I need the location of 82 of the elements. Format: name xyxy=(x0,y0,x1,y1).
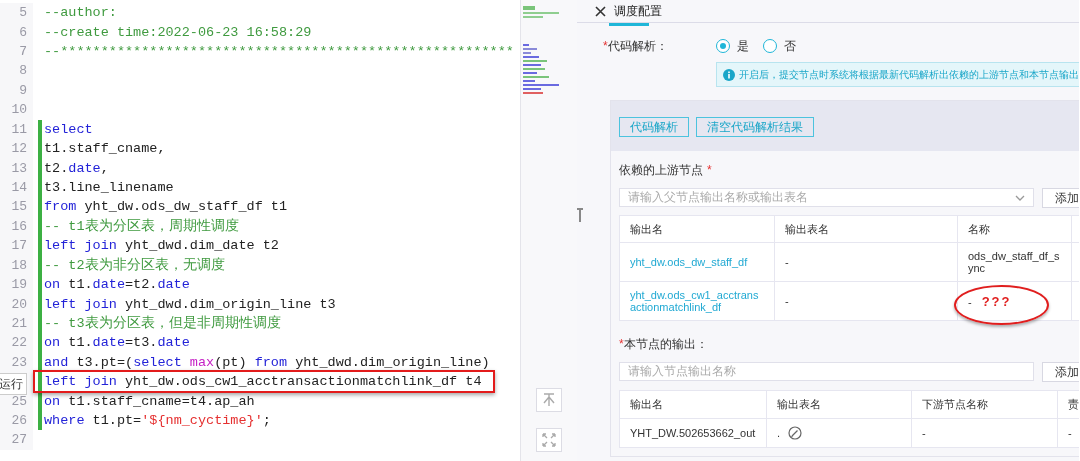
column-header: 下游节点名称 xyxy=(922,398,988,410)
line-number: 21 xyxy=(10,315,27,331)
scroll-top-button[interactable] xyxy=(536,388,562,412)
code-line: on t1.date=t2.date xyxy=(43,276,190,295)
column-header: 输出名 xyxy=(630,398,663,410)
line-number: 13 xyxy=(10,160,27,176)
code-line: --author: xyxy=(43,4,117,23)
table-cell: - xyxy=(1068,427,1072,439)
table-cell: - xyxy=(785,295,789,307)
input-field[interactable]: 请输入节点输出名称 xyxy=(619,362,1034,381)
column-header: 输出表名 xyxy=(777,398,821,410)
code-line: t1.staff_cname, xyxy=(43,140,166,159)
table-cell: ods_dw_staff_df_sync xyxy=(968,250,1060,274)
code-line: select xyxy=(43,120,93,139)
code-line: -- t1表为分区表，周期性调度 xyxy=(43,217,239,236)
radio-button[interactable] xyxy=(716,39,730,53)
line-number: 19 xyxy=(10,277,27,293)
code-line: left join yht_dwd.dim_date t2 xyxy=(43,237,279,256)
line-number: 22 xyxy=(10,335,27,351)
line-number: 16 xyxy=(10,218,27,234)
close-icon[interactable] xyxy=(595,5,606,17)
code-line: where t1.pt='${nm_cyctime}'; xyxy=(43,412,271,431)
code-line: left join yht_dwd.dim_origin_line t3 xyxy=(43,295,336,314)
column-header: 责 xyxy=(1068,398,1079,410)
code-line: from yht_dw.ods_dw_staff_df t1 xyxy=(43,198,288,217)
expand-button[interactable] xyxy=(536,428,562,452)
line-number: 6 xyxy=(18,24,27,40)
add-button[interactable]: 添加 xyxy=(1042,188,1079,208)
radio-label: 否 xyxy=(784,37,796,55)
arrow-top-icon xyxy=(543,393,555,407)
code-line: -- t2表为非分区表，无调度 xyxy=(43,256,225,275)
line-number: 11 xyxy=(10,121,27,137)
line-number: 27 xyxy=(10,432,27,448)
column-header: 名称 xyxy=(968,222,990,235)
code-line: on t1.staff_cname=t4.ap_ah xyxy=(43,392,255,411)
line-number: 18 xyxy=(10,257,27,273)
code-line: on t1.date=t3.date xyxy=(43,334,190,353)
line-number: 10 xyxy=(10,102,27,118)
line-number: 7 xyxy=(18,44,27,60)
table-cell: YHT_DW.502653662_out xyxy=(630,427,756,439)
edit-icon[interactable] xyxy=(788,426,803,440)
line-number: 14 xyxy=(10,180,27,195)
code-line: t2.date, xyxy=(43,159,109,178)
table-cell: - xyxy=(785,256,789,268)
action-button[interactable]: 清空代码解析结果 xyxy=(696,117,814,137)
info-text: 开启后，提交节点时系统将根据最新代码解析出依赖的上游节点和本节点输出 xyxy=(739,67,1079,82)
select-field[interactable]: 请输入父节点输出名称或输出表名 xyxy=(619,188,1034,207)
annotation-text: ??? xyxy=(981,293,1012,309)
section-label: *本节点的输出： xyxy=(619,336,709,353)
line-number: 25 xyxy=(10,393,27,409)
line-number: 20 xyxy=(10,296,27,312)
code-line: --******************************************************** xyxy=(43,43,514,62)
line-number: 9 xyxy=(18,82,27,98)
column-header: 输出表名 xyxy=(785,222,829,235)
table-cell: - xyxy=(968,295,972,308)
line-number: 15 xyxy=(10,199,27,215)
column-header: 输出名 xyxy=(630,222,663,235)
info-icon xyxy=(723,68,735,81)
line-number: 17 xyxy=(10,238,27,254)
action-button[interactable]: 代码解析 xyxy=(619,117,689,137)
code-line: and t3.pt=(select max(pt) from yht_dwd.dim_origin_line) xyxy=(43,353,490,372)
field-label: *代码解析： xyxy=(603,37,669,55)
line-number: 8 xyxy=(18,63,27,79)
line-number: 5 xyxy=(18,5,27,21)
line-number: 26 xyxy=(10,413,27,429)
tab-indicator xyxy=(609,23,649,26)
resize-handle[interactable] xyxy=(577,208,583,222)
code-line: t3.line_linename xyxy=(43,179,174,197)
run-tab[interactable]: 运行 xyxy=(0,373,27,395)
line-number: 12 xyxy=(10,141,27,157)
chevron-down-icon xyxy=(1015,194,1025,201)
add-button[interactable]: 添加 xyxy=(1042,362,1079,382)
radio-label: 是 xyxy=(737,37,749,55)
code-line: --create time:2022-06-23 16:58:29 xyxy=(43,23,312,42)
section-label: 依赖的上游节点 * xyxy=(619,162,713,179)
table-cell: - xyxy=(922,427,926,439)
table-cell: . xyxy=(777,427,781,439)
code-line: -- t3表为分区表，但是非周期性调度 xyxy=(43,314,281,333)
expand-icon xyxy=(542,433,556,447)
line-number: 23 xyxy=(10,354,27,370)
radio-button[interactable] xyxy=(763,39,777,53)
panel-title: 调度配置 xyxy=(614,2,662,20)
